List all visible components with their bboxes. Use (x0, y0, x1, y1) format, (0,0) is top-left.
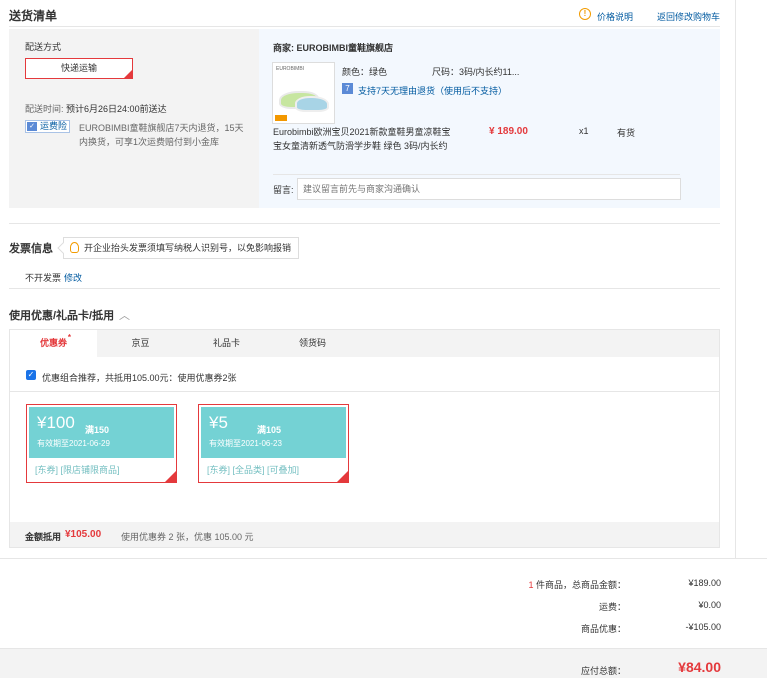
tab-jd-beans[interactable]: 京豆 (97, 330, 184, 357)
discount-footer-label: 金额抵用 (25, 532, 62, 542)
coupon-expiry: 有效期至2021-06-29 (37, 439, 110, 448)
product-image[interactable]: EUROBIMBI (272, 62, 335, 124)
section-divider (0, 558, 767, 559)
price-explain-link[interactable]: 价格说明 (597, 10, 633, 23)
freight-insurance-badge: ✓ 运费险 (25, 120, 71, 133)
section-divider (9, 288, 720, 289)
shop-name: 商家: EUROBIMBI童鞋旗舰店 (273, 43, 393, 53)
selected-corner-icon (165, 471, 176, 482)
summary-shipping-label: 运费： (598, 602, 626, 612)
coupon-card[interactable]: ¥100 满150 有效期至2021-06-29 [东券] [限店铺限商品] (26, 404, 177, 483)
header-divider (9, 26, 720, 27)
discount-footer-amount: ¥105.00 (65, 529, 102, 540)
discount-footer (10, 522, 719, 547)
invoice-title: 发票信息 (9, 243, 53, 255)
product-title[interactable]: Eurobimbi欧洲宝贝2021新款童鞋男童凉鞋宝宝女童清新透气防滑学步鞋 绿… (273, 125, 455, 153)
section-divider (9, 223, 720, 224)
lightbulb-icon (70, 242, 79, 253)
delivery-time: 配送时间: 预计6月26日24:00前送达 (25, 102, 167, 115)
summary-shipping-value: ¥0.00 (698, 600, 721, 610)
coupon-condition: 满105 (257, 425, 282, 435)
invoice-tip: 开企业抬头发票须填写纳税人识别号，以免影响报销 (57, 237, 299, 259)
coupon-amount: ¥100 (37, 413, 75, 432)
product-size: 尺码：3码/内长约11... (432, 67, 520, 77)
product-color: 颜色：绿色 (342, 67, 388, 77)
note-label: 留言: (273, 185, 294, 195)
note-input[interactable] (297, 178, 681, 200)
right-border (735, 0, 736, 558)
tab-coupons[interactable]: 优惠券 * (10, 330, 97, 357)
shipping-panel (9, 29, 259, 208)
tab-label: 优惠券 (39, 338, 67, 348)
recommend-checkbox[interactable]: ✓ (26, 370, 36, 380)
invoice-status: 不开发票 (25, 273, 62, 283)
note-divider (273, 174, 680, 175)
shipping-method-label: 配送方式 (25, 42, 62, 52)
discount-footer-desc: 使用优惠券 2 张，优惠 105.00 元 (121, 532, 254, 542)
back-to-cart-link[interactable]: 返回修改购物车 (657, 10, 720, 23)
product-image-brand: EUROBIMBI (276, 66, 305, 72)
return-policy-text[interactable]: 支持7天无理由退货（使用后不支持） (358, 84, 507, 97)
summary-total-label: 1 件商品，总商品金额： (528, 578, 626, 591)
tab-gift-card[interactable]: 礼品卡 (184, 330, 269, 357)
coupon-tags: [东券] [限店铺限商品] (35, 465, 120, 475)
coupon-face: ¥100 满150 有效期至2021-06-29 (29, 407, 174, 458)
return-policy-icon: 7 (342, 83, 353, 94)
invoice-tip-text: 开企业抬头发票须填写纳税人识别号，以免影响报销 (84, 243, 292, 253)
payable-label: 应付总额： (580, 666, 626, 676)
item-count-suffix: 件商品，总商品金额： (533, 580, 626, 590)
freight-insurance-label: 运费险 (40, 121, 68, 131)
product-stock: 有货 (617, 128, 636, 138)
delivery-time-label: 配送时间: (25, 104, 64, 114)
page-title: 送货清单 (9, 9, 58, 23)
tab-claim-code[interactable]: 领货码 (269, 330, 356, 357)
summary-discount-value: -¥105.00 (685, 622, 721, 632)
coupon-divider (10, 391, 719, 392)
coupon-card[interactable]: ¥5 满105 有效期至2021-06-23 [东券] [全品类] [可叠加] (198, 404, 349, 483)
coupon-amount: ¥5 (209, 413, 228, 432)
shoe-shape (295, 96, 329, 112)
payable-amount: ¥84.00 (678, 659, 721, 675)
shipping-method-text: 快递运输 (60, 63, 97, 73)
chevron-up-icon[interactable]: ︿ (119, 307, 130, 323)
coupon-expiry: 有效期至2021-06-23 (209, 439, 282, 448)
product-quantity: x1 (579, 126, 589, 136)
freight-insurance-desc: EUROBIMBI童鞋旗舰店7天内退货，15天内换货，可享1次运费赔付到小金库 (79, 123, 244, 147)
tip-arrow (57, 242, 69, 254)
product-price: ¥ 189.00 (489, 126, 528, 137)
shield-icon: ✓ (27, 122, 37, 131)
summary-total-value: ¥189.00 (688, 578, 721, 588)
summary-discount-label: 商品优惠： (580, 624, 626, 634)
image-badge (275, 115, 287, 121)
coupon-tags: [东券] [全品类] [可叠加] (207, 465, 300, 475)
shipping-method-option[interactable]: 快递运输 (25, 58, 133, 79)
recommend-text: 优惠组合推荐，共抵用105.00元：使用优惠券2张 (42, 373, 237, 383)
invoice-edit-link[interactable]: 修改 (64, 271, 82, 284)
discount-section-title: 使用优惠/礼品卡/抵用 (9, 310, 115, 322)
delivery-time-value: 预计6月26日24:00前送达 (66, 104, 167, 114)
selected-corner-icon (124, 70, 132, 78)
coupon-face: ¥5 满105 有效期至2021-06-23 (201, 407, 346, 458)
info-icon: ! (579, 8, 591, 20)
new-dot-icon: * (67, 333, 71, 342)
coupon-condition: 满150 (85, 425, 110, 435)
payable-bar (0, 648, 767, 678)
selected-corner-icon (337, 471, 348, 482)
